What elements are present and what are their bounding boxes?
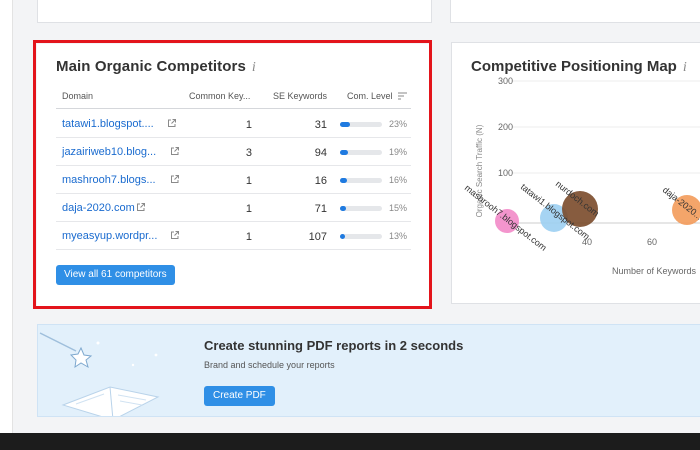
table-header-divider: [56, 108, 411, 109]
competitor-domain-link[interactable]: daja-2020.com: [62, 202, 135, 214]
col-header-se-keywords[interactable]: SE Keywords: [273, 91, 327, 101]
pdf-reports-banner: Create stunning PDF reports in 2 seconds…: [37, 324, 700, 417]
com-level-bar: [340, 178, 382, 183]
competitor-domain-link[interactable]: mashrooh7.blogs...: [62, 174, 156, 186]
sparkle-dot: [154, 353, 158, 357]
com-level-label: Com. Level: [347, 91, 393, 101]
create-pdf-button[interactable]: Create PDF: [204, 386, 275, 406]
competitor-domain-link[interactable]: myeasyup.wordpr...: [62, 230, 157, 242]
competitive-positioning-map-card: Competitive Positioning Map i 300 200 100…: [451, 42, 700, 304]
y-tick-label: 100: [498, 168, 513, 178]
table-row: tatawi1.blogspot.... 1 31 23%: [56, 110, 411, 138]
common-keywords-value: 1: [245, 203, 252, 215]
com-level-percent: 15%: [388, 203, 407, 213]
com-level-bar: [340, 206, 382, 211]
pdf-illustration: [39, 332, 160, 416]
col-header-com-level[interactable]: Com. Level: [347, 91, 408, 101]
external-link-icon[interactable]: [170, 230, 180, 240]
com-level-percent: 13%: [388, 231, 407, 241]
competitor-domain-link[interactable]: tatawi1.blogspot....: [62, 118, 154, 130]
positioning-map-chart: 300 200 100 40 60 Organic Search Traffic…: [463, 76, 700, 276]
table-row: mashrooh7.blogs... 1 16 16%: [56, 166, 411, 194]
common-keywords-value: 1: [245, 175, 252, 187]
common-keywords-value: 3: [245, 147, 252, 159]
sort-icon[interactable]: [398, 92, 408, 100]
y-tick-label: 300: [498, 76, 513, 86]
table-row: myeasyup.wordpr... 1 107 13%: [56, 222, 411, 250]
com-level-bar-fill: [340, 234, 346, 239]
wand-trail: [39, 332, 77, 352]
view-all-competitors-button[interactable]: View all 61 competitors: [56, 265, 175, 285]
y-tick-label: 200: [498, 122, 513, 132]
com-level-bar-fill: [340, 122, 350, 127]
top-left-card-fragment: [37, 0, 432, 23]
col-header-common-keywords[interactable]: Common Key...: [189, 91, 250, 101]
external-link-icon[interactable]: [136, 202, 146, 212]
sparkle-dot: [96, 341, 100, 345]
common-keywords-value: 1: [245, 119, 252, 131]
com-level-bar-fill: [340, 206, 347, 211]
com-level-percent: 19%: [388, 147, 407, 157]
x-axis-label: Number of Keywords: [612, 266, 697, 276]
se-keywords-value: 107: [308, 231, 327, 243]
star-icon: [69, 346, 93, 369]
com-level-percent: 16%: [388, 175, 407, 185]
com-level-percent: 23%: [388, 119, 407, 129]
external-link-icon[interactable]: [167, 118, 177, 128]
external-link-icon[interactable]: [170, 146, 180, 156]
competitors-title-text: Main Organic Competitors: [56, 58, 246, 75]
competitors-card-title: Main Organic Competitors i: [56, 58, 256, 76]
com-level-bar-fill: [340, 178, 347, 183]
x-tick-label: 60: [647, 237, 657, 247]
col-header-domain: Domain: [62, 91, 94, 101]
common-keywords-value: 1: [245, 231, 252, 243]
com-level-bar-fill: [340, 150, 348, 155]
competitor-domain-link[interactable]: jazairiweb10.blog...: [62, 146, 156, 158]
left-sidebar-strip: [0, 0, 13, 433]
info-icon[interactable]: i: [252, 60, 256, 75]
bottom-taskbar: [0, 433, 700, 450]
top-right-card-fragment: [450, 0, 700, 23]
se-keywords-value: 71: [314, 203, 327, 215]
se-keywords-value: 16: [314, 175, 327, 187]
com-level-bar: [340, 150, 382, 155]
pdf-banner-subtitle: Brand and schedule your reports: [204, 360, 335, 370]
table-row: daja-2020.com 1 71 15%: [56, 194, 411, 222]
com-level-bar: [340, 234, 382, 239]
external-link-icon[interactable]: [170, 174, 180, 184]
se-keywords-value: 94: [314, 147, 327, 159]
se-keywords-value: 31: [314, 119, 327, 131]
main-organic-competitors-card: Main Organic Competitors i Domain Common …: [37, 44, 429, 306]
sparkle-dot: [131, 363, 135, 367]
pdf-banner-title: Create stunning PDF reports in 2 seconds: [204, 338, 464, 353]
com-level-bar: [340, 122, 382, 127]
table-row: jazairiweb10.blog... 3 94 19%: [56, 138, 411, 166]
